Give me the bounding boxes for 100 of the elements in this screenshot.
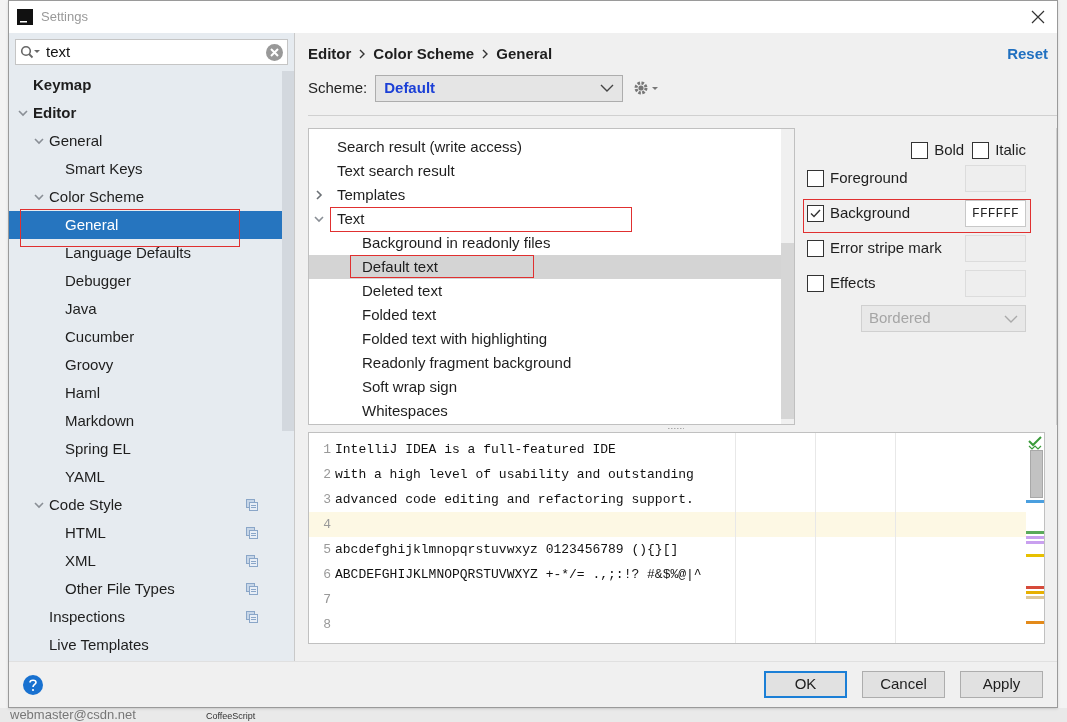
breadcrumb-chevron-icon <box>358 49 367 59</box>
tree-item[interactable]: Code Style <box>9 491 282 519</box>
resize-grip-icon[interactable] <box>667 427 685 430</box>
tree-item[interactable]: Cucumber <box>9 323 282 351</box>
close-icon[interactable] <box>1031 10 1045 24</box>
reset-link[interactable]: Reset <box>1007 42 1048 66</box>
checkbox[interactable] <box>807 205 824 222</box>
tree-item[interactable]: General <box>9 127 282 155</box>
tree-item[interactable]: Live Templates <box>9 631 282 659</box>
scheme-label: Scheme: <box>308 77 368 98</box>
attribute-row[interactable]: Deleted text <box>309 279 781 303</box>
clear-icon[interactable] <box>266 43 283 61</box>
chevron-icon[interactable] <box>33 499 45 511</box>
attribute-label: Folded text with highlighting <box>362 328 548 349</box>
tree-label: Java <box>65 298 97 319</box>
checkbox-label: Effects <box>830 273 877 294</box>
line-number: 7 <box>322 590 332 609</box>
tree-label: Language Defaults <box>65 242 191 263</box>
tree-item[interactable]: Markdown <box>9 407 282 435</box>
attribute-row[interactable]: Text <box>309 207 781 231</box>
checkbox[interactable] <box>911 141 929 159</box>
tree-label: Smart Keys <box>65 158 143 179</box>
tree-label: Cucumber <box>65 326 135 347</box>
checkbox[interactable] <box>807 240 824 257</box>
chevron-icon[interactable] <box>33 135 45 147</box>
tree-item[interactable]: Language Defaults <box>9 239 282 267</box>
tree-item[interactable]: Spring EL <box>9 435 282 463</box>
tree-label: Editor <box>33 102 77 123</box>
background-text: webmaster@csdn.net <box>10 708 136 722</box>
check-icon <box>1028 436 1042 450</box>
tree-label: Haml <box>65 382 100 403</box>
attribute-row[interactable]: Readonly fragment background <box>309 351 781 375</box>
attribute-label: Deleted text <box>362 280 443 301</box>
tree-item[interactable]: Editor <box>9 99 282 127</box>
dialog-button[interactable]: Cancel <box>862 671 945 698</box>
attribute-row[interactable]: Search result (write access) <box>309 135 781 159</box>
tree-item[interactable]: Smart Keys <box>9 155 282 183</box>
scrollbar-thumb[interactable] <box>781 243 794 419</box>
tree-label: Keymap <box>33 74 92 95</box>
breadcrumb-item: Editor <box>308 43 352 64</box>
line-number: 1 <box>322 440 332 459</box>
checkbox[interactable] <box>807 275 824 292</box>
chevron-icon[interactable] <box>17 107 29 119</box>
tree-item[interactable]: Inspections <box>9 603 282 631</box>
tree-item[interactable]: General <box>9 211 282 239</box>
dialog-button[interactable]: Apply <box>960 671 1043 698</box>
attribute-row[interactable]: Templates <box>309 183 781 207</box>
gear-icon[interactable] <box>633 80 660 96</box>
chevron-icon[interactable] <box>313 189 325 201</box>
checkbox-label: Foreground <box>830 168 909 189</box>
checkbox-label: Background <box>830 203 912 224</box>
tree-label: XML <box>65 550 96 571</box>
attribute-row[interactable]: Soft wrap sign <box>309 375 781 399</box>
tree-label: Markdown <box>65 410 135 431</box>
attribute-row[interactable]: Text search result <box>309 159 781 183</box>
tree-item[interactable]: Debugger <box>9 267 282 295</box>
checkbox-label: Bold <box>934 139 965 160</box>
code-line: with a high level of usability and outstanding <box>335 465 694 484</box>
tree-item[interactable]: HTML <box>9 519 282 547</box>
checkbox[interactable] <box>972 141 990 159</box>
attribute-row[interactable]: Whitespaces <box>309 399 781 423</box>
attribute-label: Text search result <box>337 160 455 181</box>
code-line: ABCDEFGHIJKLMNOPQRSTUVWXYZ +-*/= .,;:!? #&$%@|^ <box>335 565 702 584</box>
chevron-icon[interactable] <box>33 191 45 203</box>
attribute-label: Whitespaces <box>362 400 448 421</box>
tree-item[interactable]: Other File Types <box>9 575 282 603</box>
attribute-label: Search result (write access) <box>337 136 523 157</box>
search-icon <box>20 45 42 59</box>
tree-label: Live Templates <box>49 634 149 655</box>
attribute-row[interactable]: Folded text <box>309 303 781 327</box>
scheme-dropdown[interactable]: Default <box>375 74 624 102</box>
scrollbar-thumb[interactable] <box>282 71 294 431</box>
tree-label: Color Scheme <box>49 186 145 207</box>
tree-label: Code Style <box>49 494 123 515</box>
checkbox-label: Error stripe mark <box>830 238 943 259</box>
line-number: 5 <box>322 540 332 559</box>
tree-label: General <box>49 130 103 151</box>
tree-item[interactable]: Groovy <box>9 351 282 379</box>
tree-label: General <box>65 214 119 235</box>
chevron-icon[interactable] <box>313 213 325 225</box>
dialog-button[interactable]: OK <box>764 671 847 698</box>
attribute-row[interactable]: Default text <box>309 255 781 279</box>
attribute-row[interactable]: Folded text with highlighting <box>309 327 781 351</box>
attribute-label: Text <box>337 208 365 229</box>
attribute-row[interactable]: Background in readonly files <box>309 231 781 255</box>
tree-item[interactable]: Java <box>9 295 282 323</box>
tree-item[interactable]: Haml <box>9 379 282 407</box>
scrollbar-thumb[interactable] <box>1030 450 1043 498</box>
search-field[interactable]: text <box>15 39 288 65</box>
line-number: 3 <box>322 490 332 509</box>
color-swatch[interactable]: FFFFFF <box>965 200 1026 227</box>
tree-item[interactable]: Keymap <box>9 71 282 99</box>
app-logo-icon <box>17 9 33 25</box>
breadcrumb-item: Color Scheme <box>373 43 475 64</box>
help-icon[interactable] <box>23 674 43 695</box>
attribute-label: Default text <box>362 256 438 277</box>
tree-item[interactable]: YAML <box>9 463 282 491</box>
tree-item[interactable]: Color Scheme <box>9 183 282 211</box>
tree-item[interactable]: XML <box>9 547 282 575</box>
checkbox[interactable] <box>807 170 824 187</box>
